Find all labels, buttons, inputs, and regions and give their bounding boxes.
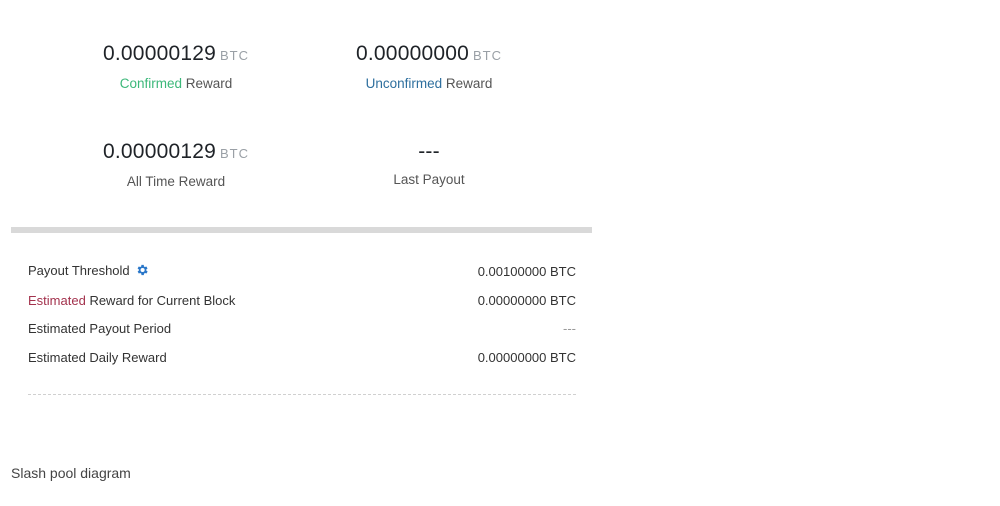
unconfirmed-reward-stat: 0.00000000 BTC Unconfirmed Reward — [304, 42, 554, 92]
estimated-reward-value: 0.00000000 BTC — [477, 292, 576, 308]
unconfirmed-reward-value: 0.00000000 BTC — [356, 42, 502, 65]
daily-reward-row: Estimated Daily Reward 0.00000000 BTC — [28, 343, 576, 372]
payout-period-value: --- — [563, 321, 576, 337]
payout-threshold-row: Payout Threshold 0.00100000 BTC — [28, 257, 576, 286]
last-payout-label: Last Payout — [393, 172, 465, 187]
payout-threshold-value: 0.00100000 BTC — [477, 263, 576, 279]
last-payout-value: --- — [418, 140, 440, 163]
payout-details: Payout Threshold 0.00100000 BTC Estimate… — [28, 257, 576, 372]
last-payout-stat: --- Last Payout — [304, 140, 554, 188]
unconfirmed-reward-unit: BTC — [472, 48, 502, 63]
all-time-reward-unit: BTC — [219, 146, 249, 161]
estimated-reward-row: Estimated Reward for Current Block 0.000… — [28, 286, 576, 315]
confirmed-reward-label: Confirmed Reward — [119, 76, 233, 91]
confirmed-reward-stat: 0.00000129 BTC Confirmed Reward — [51, 42, 301, 92]
gear-icon[interactable] — [135, 263, 149, 280]
daily-reward-label: Estimated Daily Reward — [28, 349, 167, 365]
confirmed-reward-unit: BTC — [219, 48, 249, 63]
all-time-reward-label: All Time Reward — [126, 174, 226, 189]
dashed-separator — [28, 394, 576, 395]
payout-period-row: Estimated Payout Period --- — [28, 314, 576, 343]
slash-pool-diagram-caption: Slash pool diagram — [11, 465, 131, 481]
unconfirmed-reward-label: Unconfirmed Reward — [365, 76, 493, 91]
all-time-reward-value: 0.00000129 BTC — [103, 140, 249, 163]
all-time-reward-stat: 0.00000129 BTC All Time Reward — [51, 140, 301, 190]
estimated-reward-label: Estimated Reward for Current Block — [28, 292, 236, 308]
confirmed-reward-value: 0.00000129 BTC — [103, 42, 249, 65]
payout-threshold-label: Payout Threshold — [28, 263, 149, 280]
daily-reward-value: 0.00000000 BTC — [477, 349, 576, 365]
section-divider — [11, 227, 592, 233]
payout-period-label: Estimated Payout Period — [28, 321, 172, 337]
